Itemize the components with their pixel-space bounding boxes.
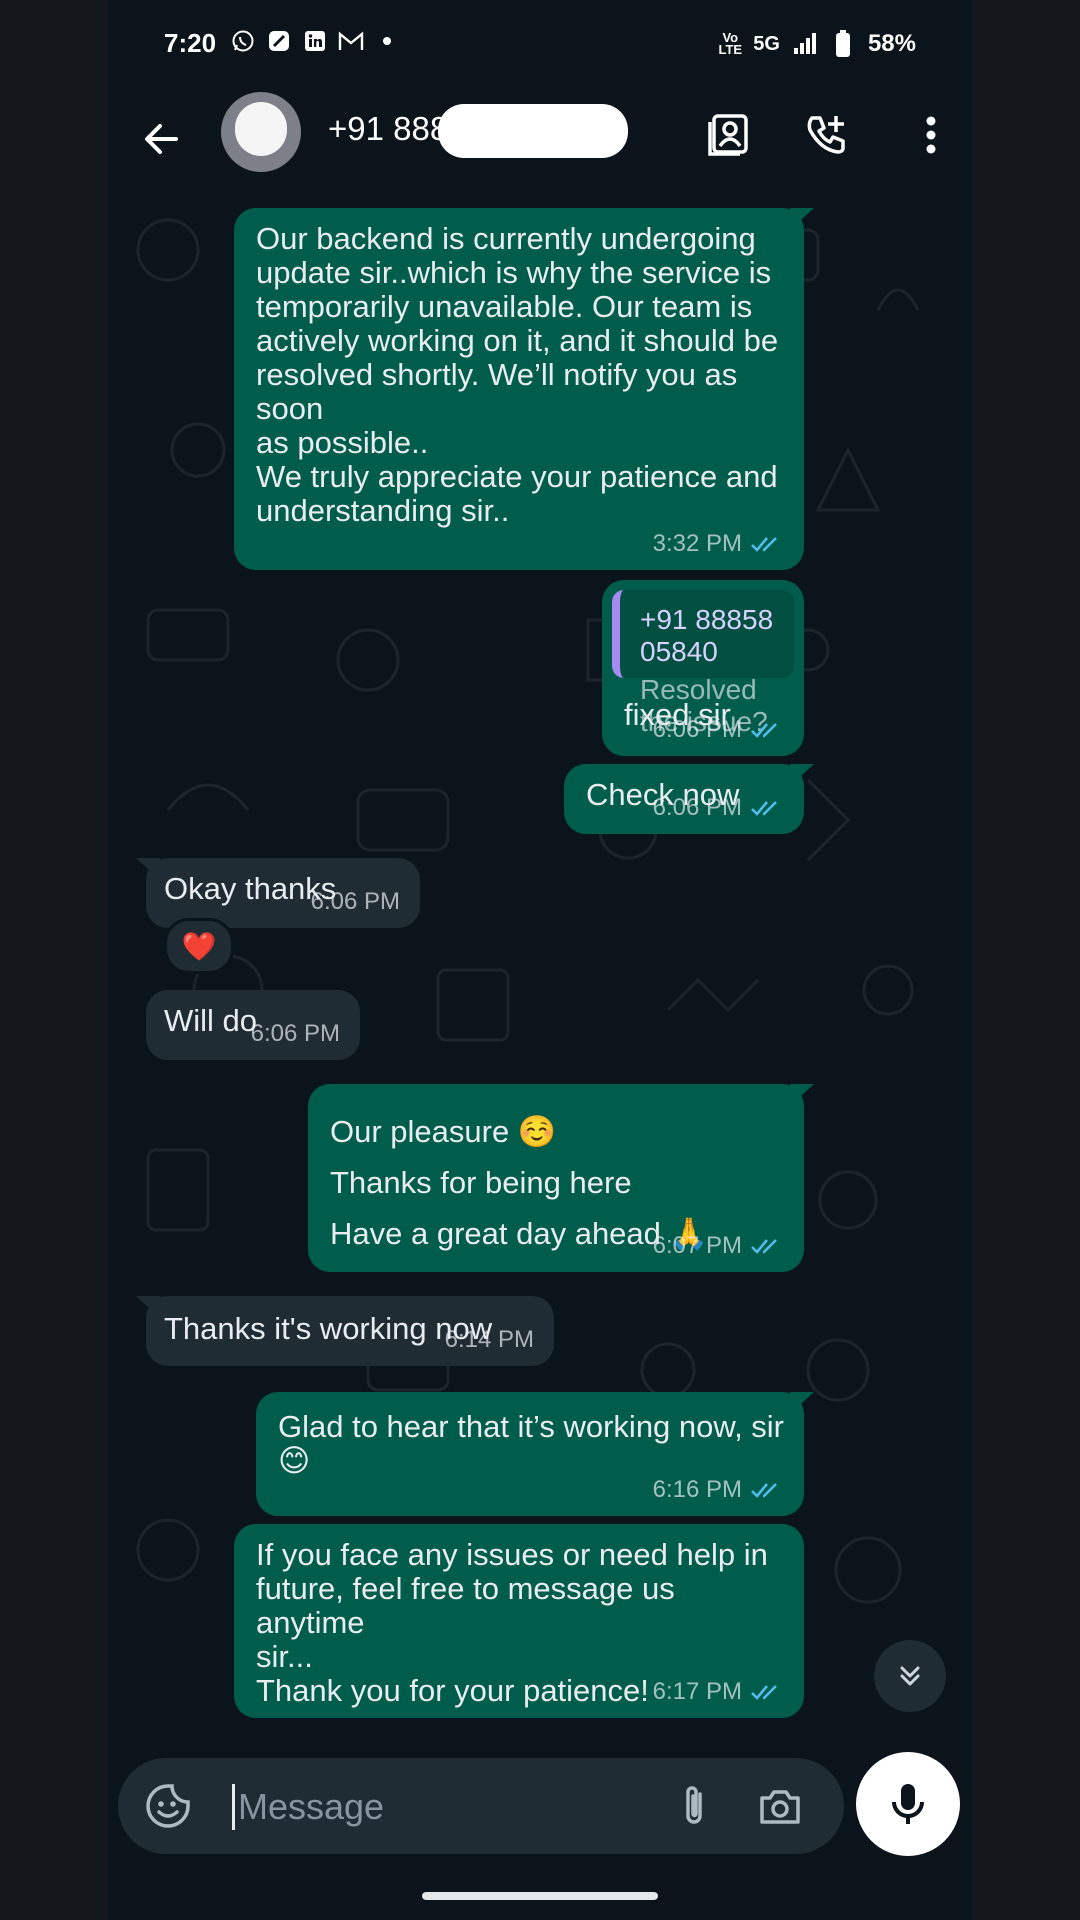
message-meta: 6:06 PM	[311, 888, 400, 916]
notification-icons	[230, 28, 400, 54]
contact-card-icon[interactable]	[700, 106, 758, 164]
message-time: 6:06 PM	[652, 794, 742, 821]
back-arrow-icon[interactable]	[136, 114, 186, 164]
message-text: Our backend is currently undergoing upda…	[256, 221, 779, 528]
bubble-tail	[790, 208, 814, 230]
message-time: 6:06 PM	[652, 716, 742, 743]
bubble-tail	[136, 1296, 160, 1318]
message-meta: 6:06 PM	[653, 716, 784, 744]
message-input-placeholder[interactable]: Message	[238, 1786, 384, 1828]
signal-icon	[792, 31, 818, 57]
message-meta: 6:07 PM	[653, 1232, 784, 1260]
message-meta: 6:16 PM	[653, 1476, 784, 1504]
bubble-tail	[136, 858, 160, 880]
message-meta: 6:17 PM	[653, 1678, 784, 1706]
bubble-tail	[790, 1084, 814, 1106]
voice-message-button[interactable]	[856, 1752, 960, 1856]
message-time: 6:14 PM	[444, 1326, 534, 1353]
quoted-sender: +91 88858 05840	[640, 604, 774, 667]
message-out-reply[interactable]: +91 88858 05840 Resolved the issue? fixe…	[602, 580, 804, 756]
message-reaction[interactable]: ❤️	[164, 918, 234, 974]
message-composer[interactable]: Message	[118, 1758, 844, 1854]
read-receipt-icon	[751, 723, 777, 738]
paperclip-icon[interactable]	[670, 1782, 718, 1830]
bubble-tail	[790, 1392, 814, 1414]
add-call-icon[interactable]	[798, 106, 856, 164]
message-out[interactable]: Check now 6:06 PM	[564, 764, 814, 834]
chat-header: +91 888	[108, 92, 972, 190]
status-time: 7:20	[164, 28, 217, 58]
message-time: 6:07 PM	[652, 1232, 742, 1259]
message-meta: 6:06 PM	[251, 1020, 340, 1048]
read-receipt-icon	[751, 1239, 777, 1254]
camera-icon[interactable]	[756, 1782, 804, 1830]
status-bar: 7:20 Vo LTE 5G 58%	[108, 0, 972, 92]
network-type: 5G	[753, 32, 780, 55]
read-receipt-icon	[751, 801, 777, 816]
heart-reaction: ❤️	[181, 930, 217, 962]
message-in[interactable]: Thanks it's working now 6:14 PM	[136, 1296, 554, 1366]
gmail-icon	[338, 28, 364, 54]
message-meta: 6:06 PM	[653, 794, 784, 822]
app-notification-icon	[266, 28, 292, 54]
more-notifications-dot-icon	[374, 28, 400, 54]
redaction-mark	[438, 104, 628, 158]
quoted-message[interactable]: +91 88858 05840 Resolved the issue?	[612, 590, 794, 737]
linkedin-icon	[302, 28, 328, 54]
message-meta: 6:14 PM	[445, 1326, 534, 1354]
bubble-tail	[790, 764, 814, 786]
text-cursor	[232, 1784, 235, 1830]
message-time: 3:32 PM	[652, 530, 742, 557]
contact-avatar[interactable]	[221, 92, 301, 172]
sticker-emoji-icon[interactable]	[144, 1782, 192, 1830]
message-out[interactable]: If you face any issues or need help in f…	[234, 1524, 804, 1718]
message-time: 6:16 PM	[652, 1476, 742, 1503]
message-meta: 3:32 PM	[653, 530, 784, 558]
home-indicator[interactable]	[422, 1892, 658, 1900]
whatsapp-icon	[230, 28, 256, 54]
message-out[interactable]: Our backend is currently undergoing upda…	[234, 208, 814, 570]
volte-icon: Vo LTE	[718, 30, 743, 57]
message-text: Glad to hear that it’s working now, sir …	[278, 1409, 793, 1478]
read-receipt-icon	[751, 1483, 777, 1498]
scroll-to-bottom-button[interactable]	[874, 1640, 946, 1712]
message-out[interactable]: Our pleasure ☺️ Thanks for being here Ha…	[308, 1084, 814, 1272]
status-right: Vo LTE 5G 58%	[718, 30, 916, 58]
message-time: 6:17 PM	[652, 1678, 742, 1705]
message-in[interactable]: Will do 6:06 PM	[146, 990, 360, 1060]
battery-percent: 58%	[867, 30, 916, 57]
chevron-double-down-icon	[900, 1666, 920, 1686]
read-receipt-icon	[751, 1685, 777, 1700]
message-out[interactable]: Glad to hear that it’s working now, sir …	[256, 1392, 814, 1516]
more-options-icon[interactable]	[902, 106, 960, 164]
chat-screen: 7:20 Vo LTE 5G 58% +91 888 Our backend i…	[108, 0, 972, 1920]
contact-name[interactable]: +91 888	[328, 110, 448, 148]
message-time: 6:06 PM	[310, 888, 400, 915]
read-receipt-icon	[751, 537, 777, 552]
microphone-icon	[892, 1784, 924, 1824]
battery-icon	[830, 30, 856, 57]
message-time: 6:06 PM	[250, 1020, 340, 1047]
